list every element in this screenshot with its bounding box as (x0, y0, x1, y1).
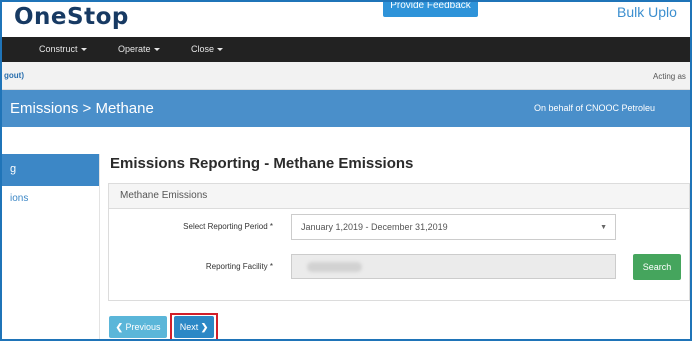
nav-close-menu[interactable]: Close (191, 44, 224, 54)
sidebar-item-emissions[interactable]: ions (10, 193, 28, 204)
brand-bar: OneStop Provide Feedback Bulk Uplo (0, 0, 692, 37)
search-button[interactable]: Search (633, 254, 681, 280)
bulk-upload-link[interactable]: Bulk Uplo (617, 4, 677, 20)
onestop-logo[interactable]: OneStop (14, 4, 129, 30)
sidebar-item-label: g (10, 163, 17, 175)
caret-down-icon (153, 48, 160, 52)
redacted-facility-value (307, 262, 362, 272)
next-button[interactable]: Next ❯ (174, 316, 214, 338)
caret-down-icon (80, 48, 87, 52)
nav-operate-menu[interactable]: Operate (118, 44, 160, 54)
reporting-period-value: January 1,2019 - December 31,2019 (301, 222, 448, 232)
caret-down-icon (217, 48, 224, 52)
next-label: Next (179, 322, 199, 332)
previous-label: Previous (125, 322, 161, 332)
nav-construct-menu[interactable]: Construct (39, 44, 87, 54)
breadcrumb: Emissions > Methane (10, 100, 154, 117)
acting-as-text: Acting as (653, 72, 686, 81)
onestop-page: OneStop Provide Feedback Bulk Uplo Const… (0, 0, 692, 341)
nav-operate-label: Operate (118, 44, 151, 54)
chevron-left-icon: ❮ (115, 322, 123, 332)
page-title: Emissions Reporting - Methane Emissions (110, 155, 414, 172)
reporting-facility-field (291, 254, 616, 279)
reporting-facility-label: Reporting Facility * (205, 262, 273, 271)
dropdown-arrow-icon: ▼ (600, 224, 607, 231)
nav-construct-label: Construct (39, 44, 78, 54)
reporting-period-select[interactable]: January 1,2019 - December 31,2019 ▼ (291, 214, 616, 240)
chevron-right-icon: ❯ (200, 322, 209, 332)
page-title-bar: Emissions > Methane On behalf of CNOOC P… (0, 90, 692, 127)
panel-heading: Methane Emissions (109, 184, 689, 209)
user-info-bar: gout) Acting as (0, 62, 692, 90)
main-nav: Construct Operate Close (0, 37, 692, 62)
methane-emissions-panel: Methane Emissions (108, 183, 690, 301)
sidebar-divider (99, 154, 100, 341)
previous-button[interactable]: ❮ Previous (109, 316, 167, 338)
on-behalf-of-text: On behalf of CNOOC Petroleu (534, 103, 656, 113)
panel-heading-text: Methane Emissions (120, 190, 208, 201)
logout-link[interactable]: gout) (4, 71, 24, 80)
provide-feedback-button[interactable]: Provide Feedback (383, 0, 478, 17)
reporting-period-label: Select Reporting Period * (183, 222, 273, 231)
nav-close-label: Close (191, 44, 215, 54)
sidebar-item-reporting[interactable]: g (0, 154, 99, 186)
